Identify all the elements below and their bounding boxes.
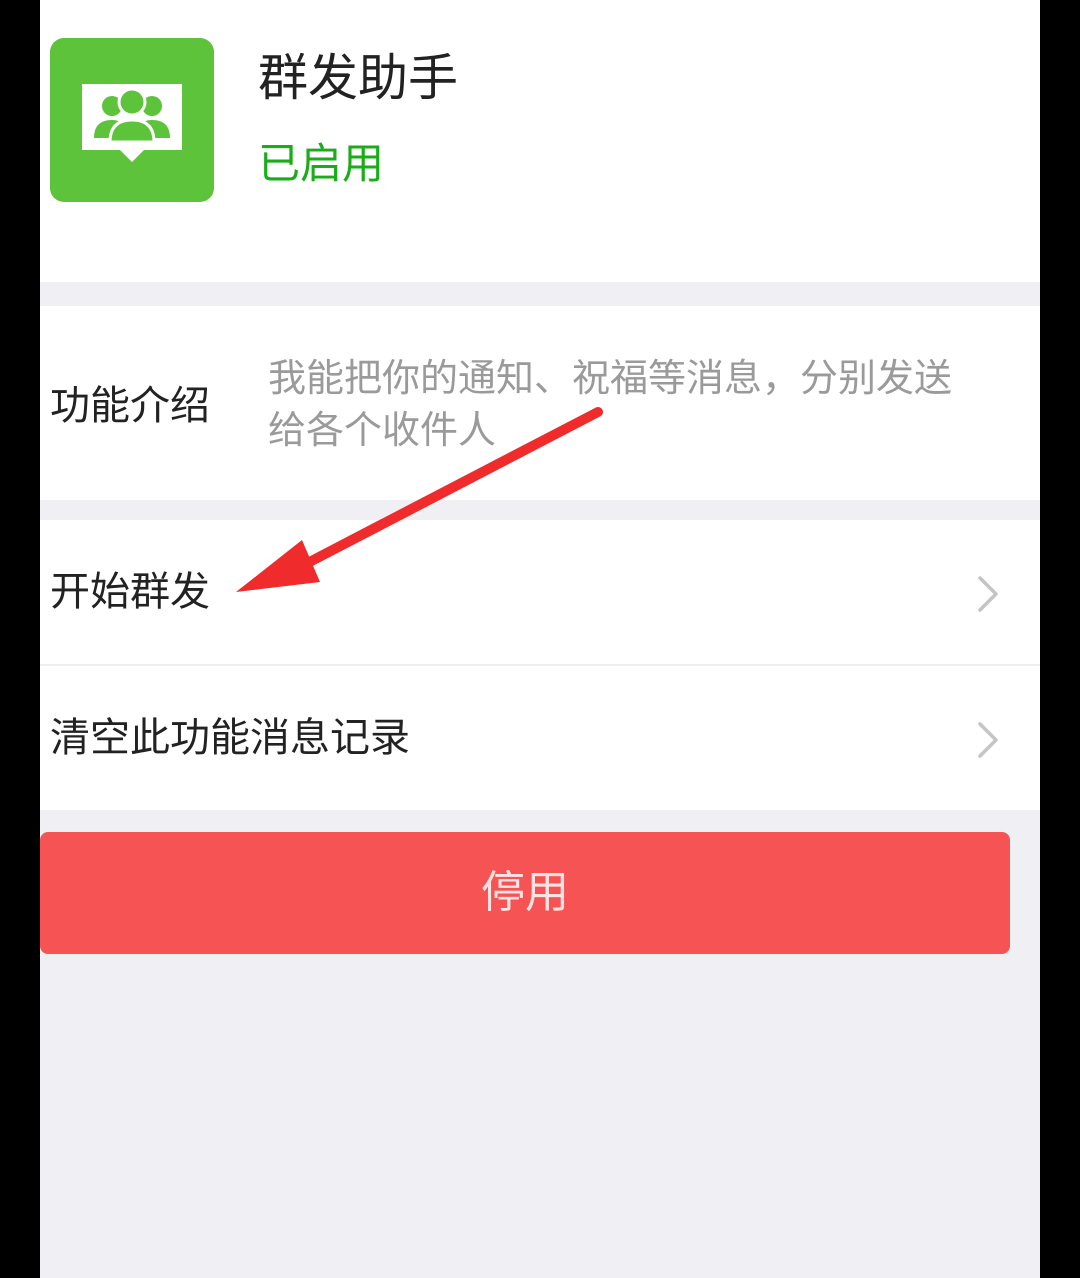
menu-item-label: 清空此功能消息记录 [50, 715, 410, 761]
app-header-card: 群发助手 已启用 [40, 0, 1040, 282]
feature-description-label: 功能介绍 [50, 383, 210, 429]
disable-button[interactable]: 停用 [40, 832, 1010, 954]
menu-item-start-broadcast[interactable]: 开始群发 [40, 520, 1040, 666]
group-chat-icon [82, 84, 182, 162]
menu-item-label: 开始群发 [50, 569, 210, 615]
chevron-right-icon [978, 722, 998, 758]
feature-description-text: 我能把你的通知、祝福等消息，分别发送给各个收件人 [268, 356, 953, 452]
feature-description-card: 功能介绍 我能把你的通知、祝福等消息，分别发送给各个收件人 [40, 306, 1040, 500]
menu-list: 开始群发 清空此功能消息记录 [40, 520, 1040, 810]
chevron-right-icon [978, 576, 998, 612]
menu-item-clear-history[interactable]: 清空此功能消息记录 [40, 666, 1040, 810]
status-badge: 已启用 [258, 139, 385, 188]
settings-screen: 群发助手 已启用 功能介绍 我能把你的通知、祝福等消息，分别发送给各个收件人 开… [40, 0, 1040, 1278]
app-icon [50, 38, 214, 202]
app-title: 群发助手 [258, 49, 458, 107]
